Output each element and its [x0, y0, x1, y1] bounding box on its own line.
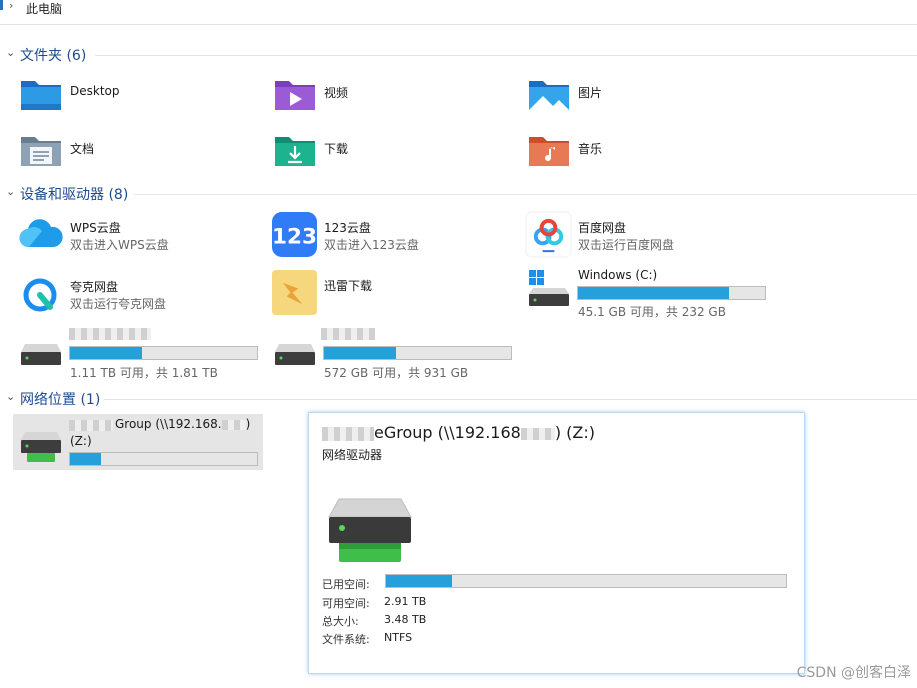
quark-netdisk-icon: [23, 278, 57, 312]
breadcrumb-this-pc[interactable]: 此电脑: [26, 0, 62, 17]
divider: [134, 194, 917, 195]
device-subtitle: 双击运行百度网盘: [578, 238, 675, 252]
desktop-folder-icon: [21, 81, 61, 110]
section-title: 网络位置 (1): [20, 392, 101, 408]
drive-local-1[interactable]: 1.11 TB 可用，共 1.81 TB: [19, 326, 269, 382]
redacted-name: [69, 420, 113, 431]
folder-label: 视频: [324, 86, 349, 100]
usage-fill: [386, 575, 452, 587]
folder-desktop[interactable]: Desktop: [19, 76, 259, 118]
divider: [95, 55, 917, 56]
device-123-cloud[interactable]: 123 123云盘 双击进入123云盘: [271, 211, 511, 258]
device-label: 123云盘: [324, 221, 371, 235]
folder-documents[interactable]: 文档: [19, 132, 259, 174]
music-folder-icon: [529, 137, 569, 166]
folder-downloads[interactable]: 下载: [273, 132, 513, 174]
pc-icon[interactable]: [0, 0, 3, 10]
divider: [104, 399, 917, 400]
device-quark-netdisk[interactable]: 夸克网盘 双击运行夸克网盘: [19, 274, 259, 316]
section-title: 设备和驱动器 (8): [20, 187, 129, 203]
total-size-label: 总大小:: [322, 615, 359, 628]
windows-drive-icon: [529, 270, 569, 306]
videos-folder-icon: [275, 81, 315, 110]
drive-usage-bar: [69, 452, 258, 466]
svg-text:123: 123: [272, 224, 317, 249]
downloads-folder-icon: [275, 137, 315, 166]
redacted-name: [69, 328, 151, 340]
baidu-netdisk-icon: [525, 211, 572, 258]
redacted-name: [321, 328, 375, 340]
folder-pictures[interactable]: 图片: [527, 76, 767, 118]
file-system-value: NTFS: [384, 631, 413, 644]
device-subtitle: 双击运行夸克网盘: [70, 297, 167, 311]
section-network-header[interactable]: ⌄ 网络位置 (1): [6, 389, 917, 409]
pictures-folder-icon: [529, 81, 569, 110]
redacted-ip: [221, 419, 246, 430]
123-cloud-icon: 123: [271, 211, 318, 258]
xunlei-icon: [271, 269, 318, 316]
device-baidu-netdisk[interactable]: 百度网盘 双击运行百度网盘: [525, 211, 765, 258]
device-label: 夸克网盘: [70, 280, 119, 294]
folder-videos[interactable]: 视频: [273, 76, 513, 118]
folder-label: 下载: [324, 142, 349, 156]
usage-fill: [70, 453, 101, 465]
device-subtitle: 双击进入WPS云盘: [70, 238, 169, 252]
chevron-down-icon[interactable]: ⌄: [6, 185, 15, 198]
device-xunlei[interactable]: 迅雷下载: [271, 269, 511, 316]
network-drive-z[interactable]: Group (\\192.168.) (Z:): [13, 414, 263, 470]
free-space-value: 2.91 TB: [384, 595, 427, 608]
section-title: 文件夹 (6): [20, 48, 87, 64]
folder-label: Desktop: [70, 84, 120, 98]
network-drive-letter: (Z:): [70, 434, 92, 448]
total-size-value: 3.48 TB: [384, 613, 427, 626]
device-label: 百度网盘: [578, 221, 627, 235]
usage-fill: [324, 347, 397, 359]
tooltip-type: 网络驱动器: [322, 448, 383, 462]
device-label: WPS云盘: [70, 221, 121, 235]
usage-fill: [70, 347, 143, 359]
drive-space-text: 1.11 TB 可用，共 1.81 TB: [70, 366, 218, 380]
usage-fill: [578, 287, 729, 299]
drive-usage-bar: [577, 286, 766, 300]
chevron-right-icon[interactable]: ›: [9, 0, 13, 12]
device-wps-cloud[interactable]: WPS云盘 双击进入WPS云盘: [19, 215, 259, 257]
network-drive-icon: [21, 432, 61, 462]
breadcrumb: › 此电脑: [0, 0, 917, 25]
folder-music[interactable]: 音乐: [527, 132, 767, 174]
redacted-ip: [520, 427, 555, 440]
file-system-label: 文件系统:: [322, 633, 370, 646]
drive-label: Windows (C:): [578, 268, 658, 282]
drive-space-text: 572 GB 可用，共 931 GB: [324, 366, 469, 380]
hard-drive-icon: [21, 344, 61, 365]
folder-label: 图片: [578, 86, 603, 100]
chevron-down-icon[interactable]: ⌄: [6, 390, 15, 403]
used-space-label: 已用空间:: [322, 578, 370, 591]
chevron-down-icon[interactable]: ⌄: [6, 46, 15, 59]
drive-tooltip: eGroup (\\192.168) (Z:) 网络驱动器 已用空间: 可用空间…: [308, 412, 805, 674]
section-devices-header[interactable]: ⌄ 设备和驱动器 (8): [6, 184, 917, 204]
drive-usage-bar: [69, 346, 258, 360]
folder-label: 音乐: [578, 142, 603, 156]
device-subtitle: 双击进入123云盘: [324, 238, 419, 252]
watermark: CSDN @创客白泽: [796, 665, 911, 681]
device-label: 迅雷下载: [324, 279, 373, 293]
network-drive-name: Group (\\192.168.): [115, 417, 251, 431]
wps-cloud-icon: [19, 219, 63, 248]
tooltip-title: eGroup (\\192.168) (Z:): [322, 423, 595, 442]
free-space-label: 可用空间:: [322, 597, 370, 610]
drive-windows-c[interactable]: Windows (C:) 45.1 GB 可用，共 232 GB: [527, 266, 777, 319]
network-drive-large-icon: [328, 498, 412, 562]
tooltip-usage-bar: [385, 574, 787, 588]
section-folders-header[interactable]: ⌄ 文件夹 (6): [6, 45, 917, 65]
hard-drive-icon: [275, 344, 315, 365]
drive-local-2[interactable]: 572 GB 可用，共 931 GB: [273, 326, 523, 382]
redacted-name: [322, 426, 374, 441]
folder-label: 文档: [70, 142, 95, 156]
documents-folder-icon: [21, 137, 61, 166]
drive-usage-bar: [323, 346, 512, 360]
drive-space-text: 45.1 GB 可用，共 232 GB: [578, 305, 726, 319]
